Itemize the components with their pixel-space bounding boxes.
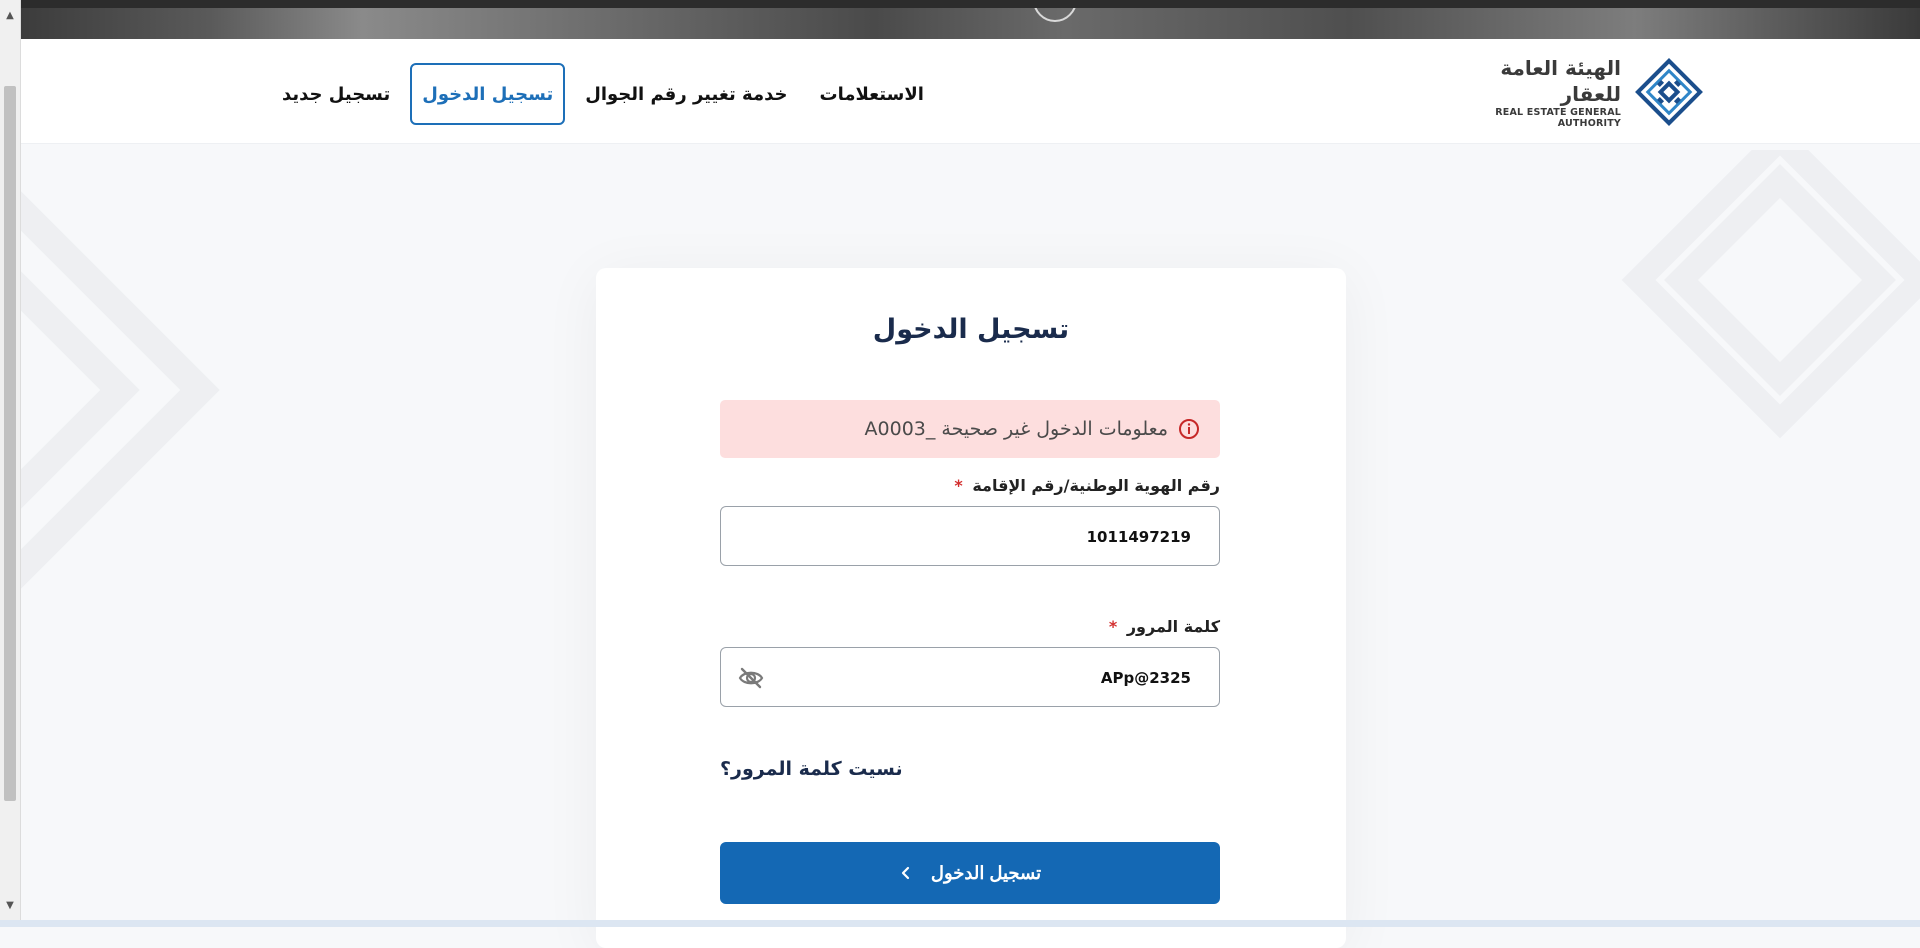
nav-register[interactable]: تسجيل جديد (270, 64, 402, 124)
top-banner-image (20, 0, 1920, 39)
password-label-text: كلمة المرور (1126, 617, 1220, 636)
id-field[interactable] (720, 506, 1220, 567)
scroll-down-arrow-icon[interactable]: ▼ (4, 900, 16, 912)
scrollbar-thumb[interactable] (4, 86, 16, 801)
reag-logo-icon (1635, 58, 1703, 126)
login-card: تسجيل الدخول معلومات الدخول غير صحيحة _A… (596, 268, 1346, 948)
error-alert: معلومات الدخول غير صحيحة _A0003 (720, 400, 1220, 458)
site-header: تسجيل جديد تسجيل الدخول خدمة تغيير رقم ا… (20, 39, 1920, 144)
id-label-text: رقم الهوية الوطنية/رقم الإقامة (972, 476, 1220, 495)
info-circle-icon (1179, 419, 1199, 439)
required-mark: * (954, 476, 963, 495)
nav-inquiries[interactable]: الاستعلامات (807, 64, 935, 124)
login-submit-button[interactable]: تسجيل الدخول (720, 842, 1220, 904)
id-field-label: رقم الهوية الوطنية/رقم الإقامة * (720, 476, 1220, 495)
password-field-label: كلمة المرور * (720, 617, 1220, 636)
site-logo[interactable]: الهيئة العامة للعقار REAL ESTATE GENERAL… (1435, 56, 1705, 129)
login-button-label: تسجيل الدخول (930, 862, 1042, 883)
bottom-strip (0, 920, 1920, 927)
nav-change-mobile[interactable]: خدمة تغيير رقم الجوال (573, 64, 799, 124)
required-mark: * (1108, 617, 1118, 636)
id-input[interactable] (809, 507, 1193, 567)
eye-off-icon[interactable] (737, 664, 765, 692)
background-pattern-left (20, 190, 220, 590)
login-title: تسجيل الدخول (872, 314, 1070, 345)
chevron-left-icon (901, 866, 910, 880)
forgot-password-link[interactable]: نسيت كلمة المرور؟ (720, 758, 903, 780)
scroll-up-arrow-icon[interactable]: ▲ (4, 10, 16, 22)
nav-login[interactable]: تسجيل الدخول (410, 63, 566, 125)
password-field[interactable] (720, 647, 1220, 708)
logo-name-ar: الهيئة العامة للعقار (1500, 56, 1621, 106)
password-input[interactable] (809, 648, 1193, 708)
page-scrollbar[interactable]: ▲ ▼ (0, 0, 21, 927)
logo-name-en: REAL ESTATE GENERAL AUTHORITY (1495, 107, 1621, 129)
error-message: معلومات الدخول غير صحيحة _A0003 (864, 418, 1168, 440)
main-nav: تسجيل جديد تسجيل الدخول خدمة تغيير رقم ا… (270, 63, 936, 125)
banner-emblem-icon (1033, 0, 1077, 22)
background-pattern-right (1621, 150, 1920, 439)
